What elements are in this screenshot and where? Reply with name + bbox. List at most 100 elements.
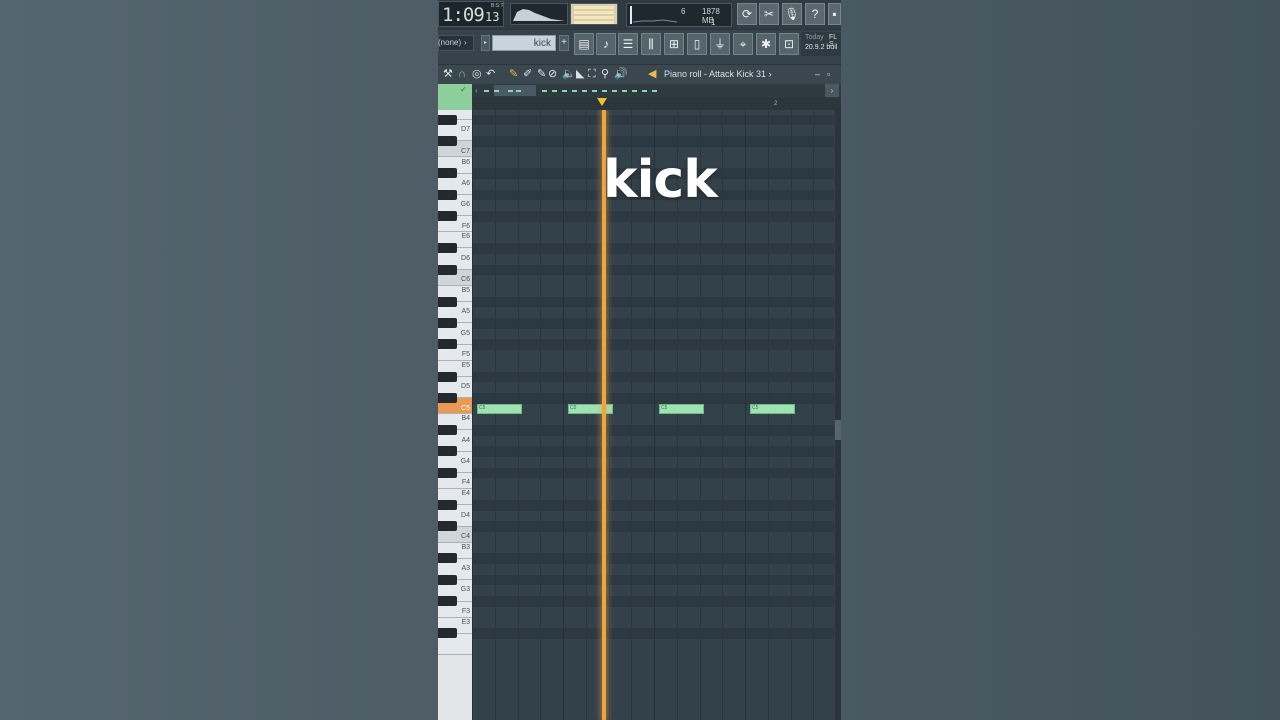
grid-line <box>767 110 769 720</box>
piano-key-dsharp5[interactable] <box>438 371 457 382</box>
scrollbar-thumb[interactable] <box>835 420 841 440</box>
channel-selector[interactable]: kick <box>492 35 556 51</box>
pattern-selector[interactable]: (none) › <box>438 35 474 51</box>
vertical-scrollbar[interactable] <box>835 110 841 720</box>
piano-key-asharp3[interactable] <box>438 553 457 564</box>
piano-key-gsharp5[interactable] <box>438 318 457 328</box>
mute-icon[interactable]: 🔈 <box>562 67 576 81</box>
overview-scroll-thumb[interactable] <box>494 85 536 96</box>
video-caption: kick <box>603 150 718 210</box>
magnet-icon[interactable]: ∩ <box>458 67 466 81</box>
cut-button[interactable]: ✂ <box>759 3 779 25</box>
note-color-selector[interactable]: ✓ <box>438 84 472 110</box>
shop-icon: ⊡ <box>783 37 795 51</box>
maximize-icon[interactable]: ▫ <box>827 67 830 81</box>
add-channel-button[interactable]: + <box>559 35 569 51</box>
overview-note-mark <box>642 90 647 92</box>
piano-key-asharp4[interactable] <box>438 425 457 435</box>
delete-icon[interactable]: ⊘ <box>548 67 557 81</box>
undo-history-button[interactable]: ⟳ <box>737 3 757 25</box>
loop-icon[interactable]: ↶ <box>486 67 495 81</box>
scroll-left-icon[interactable]: ‹ <box>475 86 478 95</box>
play-triangle-icon: ▸ <box>483 40 487 46</box>
zoom-icon[interactable]: ⚲ <box>601 67 609 81</box>
piano-key-gsharp4[interactable] <box>438 446 457 457</box>
grid-row-black <box>472 296 834 308</box>
piano-roll-button[interactable]: ♪ <box>596 33 616 55</box>
piano-roll-title[interactable]: Piano roll - Attack Kick 31 › <box>664 69 772 79</box>
wrench-icon[interactable]: ⚒ <box>443 67 453 81</box>
piano-key-dsharp4[interactable] <box>438 499 457 510</box>
plugin-database-button[interactable]: ⏚ <box>710 33 730 55</box>
shop-button[interactable]: ⊡ <box>779 33 799 55</box>
mixer-button[interactable]: ⫼ <box>641 33 661 55</box>
piano-key-label: A6 <box>461 179 470 187</box>
piano-key-asharp6[interactable] <box>438 168 457 179</box>
channel-rack-button[interactable]: ☰ <box>618 33 638 55</box>
pattern-name: (none) <box>438 38 462 47</box>
note[interactable]: C5 <box>477 403 522 414</box>
grid-row-black <box>472 211 834 222</box>
piano-key-fsharp6[interactable] <box>438 211 457 221</box>
piano-key-label: F5 <box>461 351 470 359</box>
note[interactable]: C5 <box>659 403 704 414</box>
pencil-icon[interactable]: ✎ <box>509 67 518 81</box>
speaker-icon[interactable]: 🔊 <box>614 67 628 81</box>
piano-key-fsharp4[interactable] <box>438 467 457 478</box>
piano-key-label: A3 <box>461 565 470 573</box>
piano-key-fsharp3[interactable] <box>438 596 457 607</box>
playhead-marker-icon[interactable] <box>597 98 607 106</box>
record-icon[interactable]: ◎ <box>472 67 482 81</box>
slice-icon[interactable]: ◣ <box>576 67 584 81</box>
playlist-button[interactable]: ▤ <box>574 33 594 55</box>
piano-key-label: C5 <box>461 404 470 412</box>
overview-note-mark <box>652 90 657 92</box>
piano-key-dsharp7[interactable] <box>438 114 457 125</box>
piano-key-fsharp5[interactable] <box>438 339 457 350</box>
pencil-alt-icon[interactable]: ✎ <box>537 67 546 81</box>
record-audio-button[interactable]: 🎙 <box>782 3 802 25</box>
piano-key-dsharp6[interactable] <box>438 243 457 254</box>
browser-button[interactable]: ⊞ <box>664 33 684 55</box>
debug-button[interactable]: ✱ <box>756 33 776 55</box>
touch-controller-button[interactable]: ⌖ <box>733 33 753 55</box>
brush-icon[interactable]: ✐ <box>523 67 532 81</box>
time-ruler[interactable]: 2 <box>472 98 841 110</box>
piano-key-gsharp6[interactable] <box>438 189 457 200</box>
preview-speaker-icon[interactable]: ◀ <box>648 67 656 81</box>
note[interactable]: C5 <box>750 403 795 414</box>
file-button[interactable]: ▯ <box>687 33 707 55</box>
piano-key-csharp5[interactable] <box>438 392 457 403</box>
piano-key-label: B6 <box>461 158 470 166</box>
piano-keyboard[interactable]: E7 D7 C7 B6 A6 G6 F6 E6 D6 C6 B5 A5 G5 F5 E5 D5 C5 B4 A4 G4… <box>438 110 472 720</box>
song-time-display[interactable]: 1:09 13 B:S:T <box>438 1 504 27</box>
grid-line <box>472 110 473 720</box>
help-button[interactable]: ? <box>805 3 825 25</box>
piano-key-asharp5[interactable] <box>438 296 457 307</box>
piano-key-csharp4[interactable] <box>438 521 457 532</box>
minimize-icon[interactable]: – <box>815 67 820 81</box>
piano-key-gsharp3[interactable] <box>438 574 457 585</box>
grid-row-black <box>472 628 834 639</box>
note[interactable]: C5 <box>568 403 613 414</box>
channel-arrow-button[interactable]: ▸ <box>481 35 490 51</box>
save-button[interactable]: ▪ <box>828 3 841 25</box>
note-label: C5 <box>570 404 577 411</box>
overview-note-mark <box>484 90 489 92</box>
scroll-right-icon[interactable]: › <box>825 84 839 97</box>
piano-key-csharp6[interactable] <box>438 264 457 275</box>
overview-note-mark <box>622 90 627 92</box>
piano-key-csharp7[interactable] <box>438 136 457 147</box>
piano-key-label: D5 <box>461 383 470 391</box>
grid-row-black <box>472 318 834 329</box>
news-panel[interactable]: Today FL S 20.9.2 buil <box>801 32 841 56</box>
grid-row-black <box>472 392 834 404</box>
cut-icon: ✂ <box>763 7 775 21</box>
plugin-icon: ⏚ <box>713 37 726 51</box>
select-icon[interactable]: ⛶ <box>588 67 596 81</box>
grid-line <box>813 110 815 720</box>
piano-roll-title-text: Piano roll - Attack Kick 31 <box>664 69 767 79</box>
grid-line <box>585 110 587 720</box>
event-overview-strip[interactable]: ‹ › <box>472 84 841 98</box>
piano-key-dsharp3[interactable] <box>438 628 457 639</box>
